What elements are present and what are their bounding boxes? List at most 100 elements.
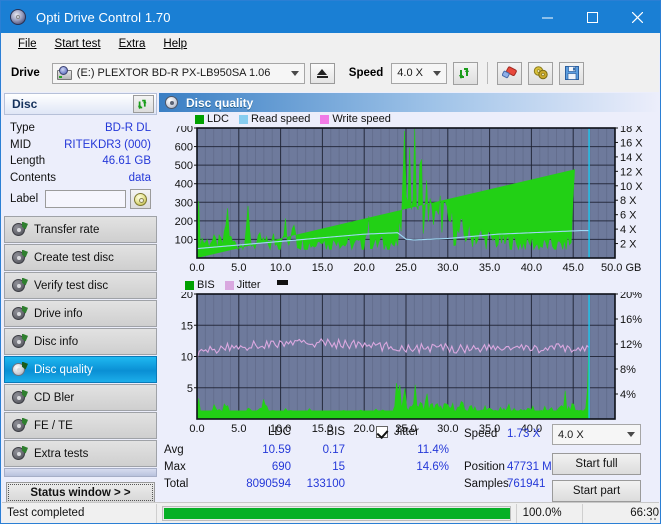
disc-contents-label: Contents bbox=[10, 171, 57, 184]
svg-text:16%: 16% bbox=[620, 314, 642, 326]
sidebar-item-label: Drive info bbox=[34, 307, 83, 320]
eject-button[interactable] bbox=[309, 62, 335, 84]
close-icon[interactable] bbox=[615, 1, 660, 33]
stats-header-ldc: LDC bbox=[267, 426, 291, 438]
jitter-checkbox[interactable] bbox=[376, 426, 388, 438]
svg-text:14 X: 14 X bbox=[620, 152, 643, 164]
toolbar-divider bbox=[487, 62, 489, 84]
legend-entry-bis: BIS bbox=[185, 279, 215, 291]
disc-length-label: Length bbox=[10, 155, 46, 167]
progress-percent: 100.0% bbox=[522, 507, 562, 519]
menu-start-test[interactable]: Start test bbox=[46, 36, 110, 52]
svg-text:500: 500 bbox=[175, 160, 193, 172]
sidebar-item-drive-info[interactable]: Drive info bbox=[4, 300, 157, 327]
svg-text:20%: 20% bbox=[620, 292, 642, 301]
eraser-icon[interactable] bbox=[497, 61, 523, 85]
svg-text:10.0: 10.0 bbox=[270, 262, 291, 274]
disc-info-row-length: Length 46.61 GB bbox=[10, 153, 151, 170]
disc-test-icon bbox=[11, 361, 28, 378]
status-divider bbox=[582, 503, 584, 523]
svg-text:40.0: 40.0 bbox=[521, 262, 542, 274]
legend-swatch-bis bbox=[185, 280, 194, 290]
disc-refresh-icon[interactable] bbox=[133, 95, 154, 113]
sidebar-item-disc-quality[interactable]: Disc quality bbox=[4, 356, 157, 383]
disc-test-icon bbox=[11, 389, 28, 406]
sidebar-item-create-test-disc[interactable]: Create test disc bbox=[4, 244, 157, 271]
stats-position-label: Position bbox=[464, 461, 505, 473]
chevron-down-icon bbox=[627, 432, 635, 437]
svg-text:200: 200 bbox=[175, 216, 193, 228]
stats-row-label-total: Total bbox=[164, 478, 189, 490]
resize-grip-icon[interactable] bbox=[646, 510, 656, 520]
bis-chart: 5 10 15 20 4% 8% 12% 16% 20% 0.0 5.0 10.0 15.0 20.0 25… bbox=[159, 289, 659, 437]
disc-label-browse-button[interactable] bbox=[130, 189, 151, 209]
start-part-button[interactable]: Start part bbox=[552, 480, 641, 502]
stats-samples-label: Samples bbox=[464, 478, 509, 490]
sidebar-item-verify-test-disc[interactable]: Verify test disc bbox=[4, 272, 157, 299]
bis-chart-legend: BIS Jitter bbox=[159, 278, 659, 292]
discs-icon[interactable] bbox=[528, 61, 554, 85]
sidebar-item-disc-info[interactable]: Disc info bbox=[4, 328, 157, 355]
svg-text:20: 20 bbox=[181, 292, 193, 301]
sidebar-item-cd-bler[interactable]: CD Bler bbox=[4, 384, 157, 411]
disc-mid-label: MID bbox=[10, 138, 32, 151]
speed-label: Speed bbox=[348, 67, 384, 79]
disc-label-input[interactable] bbox=[45, 190, 126, 208]
test-speed-value: 4.0 X bbox=[558, 428, 584, 441]
chevron-down-icon bbox=[433, 70, 442, 76]
stats-row-label-max: Max bbox=[164, 461, 186, 473]
menu-help[interactable]: Help bbox=[154, 36, 196, 52]
disc-test-icon bbox=[11, 249, 28, 266]
stats-header-jitter: Jitter bbox=[394, 426, 419, 438]
speed-select[interactable]: 4.0 X bbox=[391, 62, 448, 84]
minimize-icon[interactable] bbox=[525, 1, 570, 33]
maximize-icon[interactable] bbox=[570, 1, 615, 33]
disc-info-row-contents: Contents data bbox=[10, 170, 151, 187]
legend-entry-write-speed: Write speed bbox=[320, 113, 391, 125]
menu-extra[interactable]: Extra bbox=[110, 36, 155, 52]
disc-quality-icon bbox=[165, 95, 179, 110]
start-full-button[interactable]: Start full bbox=[552, 453, 641, 475]
legend-swatch-ldc bbox=[195, 114, 204, 124]
svg-text:6 X: 6 X bbox=[620, 210, 637, 222]
sidebar-item-label: Create test disc bbox=[34, 251, 114, 264]
svg-text:300: 300 bbox=[175, 197, 193, 209]
legend-label-read-speed: Read speed bbox=[251, 113, 311, 125]
drive-select[interactable]: (E:) PLEXTOR BD-R PX-LB950SA 1.06 bbox=[51, 62, 305, 84]
drive-label: Drive bbox=[11, 67, 40, 79]
svg-text:25.0: 25.0 bbox=[395, 262, 416, 274]
speed-select-value: 4.0 X bbox=[397, 67, 423, 79]
stats-row-label-avg: Avg bbox=[164, 444, 184, 456]
disc-panel-header: Disc bbox=[4, 93, 157, 115]
sidebar-spacer bbox=[4, 468, 157, 477]
cursor-marker-icon bbox=[276, 279, 288, 285]
svg-text:400: 400 bbox=[175, 179, 193, 191]
status-bar: Test completed 100.0% 66:30 bbox=[2, 502, 659, 523]
disc-test-icon bbox=[11, 333, 28, 350]
sidebar-item-label: Verify test disc bbox=[34, 279, 109, 292]
disc-info-row-type: Type BD-R DL bbox=[10, 120, 151, 137]
svg-text:30.0: 30.0 bbox=[437, 262, 458, 274]
stats-panel: LDC BIS Jitter Avg 10.59 0.17 11.4% Max … bbox=[159, 424, 659, 502]
stats-avg-bis: 0.17 bbox=[322, 444, 345, 456]
svg-text:2 X: 2 X bbox=[620, 239, 637, 251]
title-bar: Opti Drive Control 1.70 bbox=[1, 1, 660, 33]
sidebar-item-transfer-rate[interactable]: Transfer rate bbox=[4, 216, 157, 243]
disc-mid-value: RITEKDR3 (000) bbox=[64, 138, 151, 151]
window-title: Opti Drive Control 1.70 bbox=[36, 9, 171, 25]
svg-text:12%: 12% bbox=[620, 339, 642, 351]
stats-speed-value: 1.73 X bbox=[507, 428, 541, 440]
status-window-button[interactable]: Status window > > bbox=[6, 482, 155, 503]
save-icon[interactable] bbox=[559, 61, 585, 85]
sidebar-item-fe-te[interactable]: FE / TE bbox=[4, 412, 157, 439]
sidebar-item-extra-tests[interactable]: Extra tests bbox=[4, 440, 157, 467]
disc-info-list: Type BD-R DL MID RITEKDR3 (000) Length 4… bbox=[10, 120, 151, 209]
stats-avg-ldc: 10.59 bbox=[262, 444, 291, 456]
menu-file[interactable]: File bbox=[9, 36, 46, 52]
test-speed-select[interactable]: 4.0 X bbox=[552, 424, 641, 445]
legend-swatch-read-speed bbox=[239, 114, 249, 124]
stats-max-bis: 15 bbox=[332, 461, 345, 473]
svg-text:100: 100 bbox=[175, 234, 193, 246]
legend-entry-read-speed: Read speed bbox=[239, 113, 310, 125]
refresh-icon[interactable] bbox=[453, 61, 479, 85]
